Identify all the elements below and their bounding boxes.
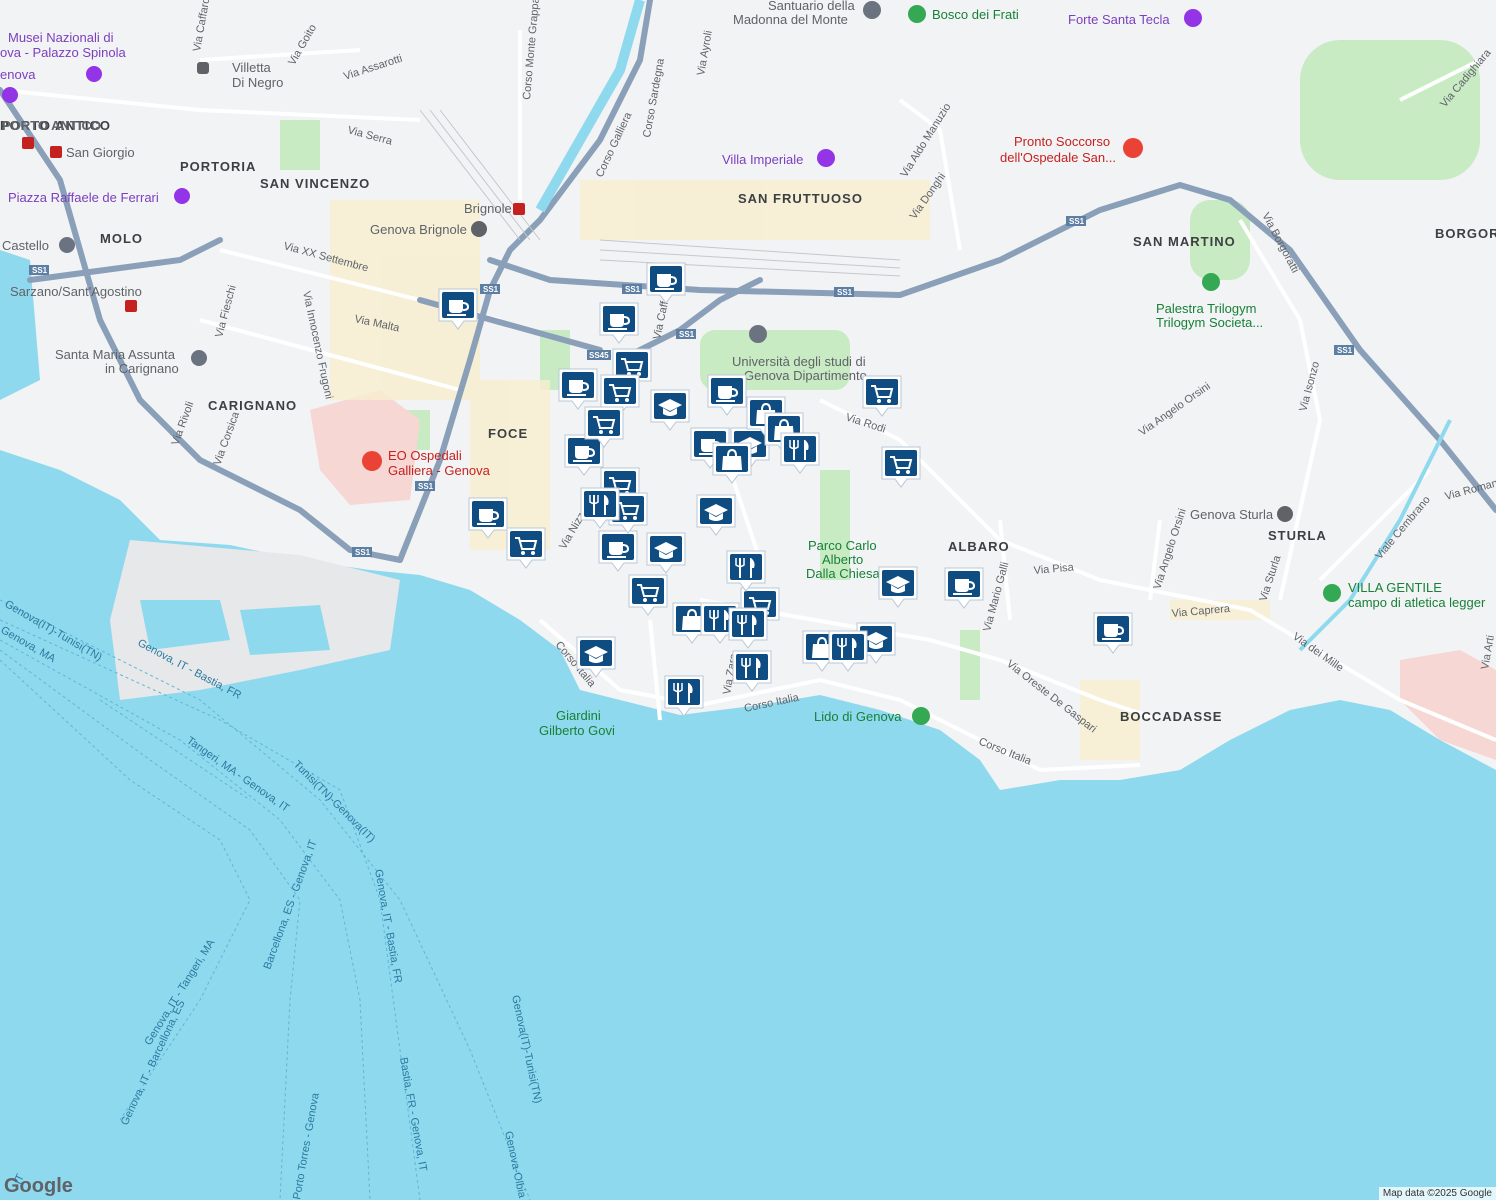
district-label: CARIGNANO	[208, 398, 297, 413]
poi-label: Trilogym Societa...	[1156, 315, 1263, 330]
shield-ss1: SS1	[352, 547, 372, 557]
shield-ss1: SS1	[1334, 345, 1354, 355]
park-icon	[912, 707, 930, 725]
poi-label: campo di atletica legger	[1348, 595, 1486, 610]
svg-text:SS1: SS1	[837, 288, 853, 297]
district-label: STURLA	[1268, 528, 1327, 543]
shield-ss1: SS1	[834, 287, 854, 297]
university-icon	[749, 325, 767, 343]
poi-label: Villa Imperiale	[722, 152, 803, 167]
poi-label: EO Ospedali	[388, 448, 462, 463]
shield-ss45: SS45	[587, 350, 611, 360]
poi-label: Dalla Chiesa	[806, 566, 880, 581]
svg-text:SS1: SS1	[1069, 217, 1085, 226]
poi-label: Università degli studi di	[732, 354, 866, 369]
poi-label: Gilberto Govi	[539, 723, 615, 738]
poi-label: PORTO ANTICO	[2, 118, 101, 133]
park-icon	[1323, 584, 1341, 602]
svg-text:SS1: SS1	[418, 482, 434, 491]
hospital-icon	[1123, 138, 1143, 158]
map-attribution[interactable]: Map data ©2025 Google	[1378, 1187, 1496, 1200]
poi-label: Pronto Soccorso	[1014, 134, 1110, 149]
svg-text:SS1: SS1	[625, 285, 641, 294]
poi-label: enova	[0, 67, 36, 82]
church-icon	[59, 237, 75, 253]
shield-ss1: SS1	[480, 284, 500, 294]
poi-label: dell'Ospedale San...	[1000, 150, 1116, 165]
hospital-icon	[362, 451, 382, 471]
poi-label: Forte Santa Tecla	[1068, 12, 1170, 27]
poi-label: Castello	[2, 238, 49, 253]
shield-ss1: SS1	[676, 329, 696, 339]
train-icon	[1277, 506, 1293, 522]
district-label: SAN FRUTTUOSO	[738, 191, 863, 206]
metro-icon	[513, 203, 525, 215]
poi-label: Parco Carlo	[808, 538, 877, 553]
district-label: ALBARO	[948, 539, 1010, 554]
poi-label: Piazza Raffaele de Ferrari	[8, 190, 159, 205]
train-icon	[471, 221, 487, 237]
shield-ss1: SS1	[622, 284, 642, 294]
metro-icon	[22, 137, 34, 149]
museum-icon	[1184, 9, 1202, 27]
poi-label: Di Negro	[232, 75, 283, 90]
poi-label: Madonna del Monte	[733, 12, 848, 27]
church-icon	[191, 350, 207, 366]
svg-text:SS1: SS1	[483, 285, 499, 294]
poi-label: Villetta	[232, 60, 272, 75]
svg-text:SS45: SS45	[589, 351, 609, 360]
svg-text:SS1: SS1	[32, 266, 48, 275]
poi-label: Genova Dipartimento	[744, 368, 867, 383]
district-label: PORTORIA	[180, 159, 256, 174]
shield-ss1: SS1	[1066, 216, 1086, 226]
district-label: MOLO	[100, 231, 143, 246]
poi-label: Alberto	[822, 552, 863, 567]
district-label: BORGORA	[1435, 226, 1496, 241]
museum-icon	[174, 188, 190, 204]
district-label: SAN VINCENZO	[260, 176, 370, 191]
poi-label: VILLA GENTILE	[1348, 580, 1442, 595]
svg-text:SS1: SS1	[679, 330, 695, 339]
svg-text:SS1: SS1	[1337, 346, 1353, 355]
district-label: BOCCADASSE	[1120, 709, 1222, 724]
map-canvas[interactable]: SS1 SS1 SS1 SS1 SS1 SS1 SS1 SS1 SS1 SS45…	[0, 0, 1496, 1200]
poi-label: Sarzano/Sant'Agostino	[10, 284, 142, 299]
district-label: SAN MARTINO	[1133, 234, 1236, 249]
metro-icon	[125, 300, 137, 312]
shield-ss1: SS1	[29, 265, 49, 275]
park-icon	[908, 5, 926, 23]
poi-label: Santa Maria Assunta	[55, 347, 176, 362]
poi-label: in Carignano	[105, 361, 179, 376]
poi-label: Musei Nazionali di	[8, 30, 114, 45]
shield-ss1: SS1	[415, 481, 435, 491]
svg-text:SS1: SS1	[355, 548, 371, 557]
poi-label: Giardini	[556, 708, 601, 723]
poi-label: ova - Palazzo Spinola	[0, 45, 127, 60]
google-logo: Google	[4, 1175, 73, 1197]
district-label: FOCE	[488, 426, 528, 441]
poi-label: Galliera - Genova	[388, 463, 491, 478]
park-icon	[197, 62, 209, 74]
poi-label: Bosco dei Frati	[932, 7, 1019, 22]
poi-label: Genova Brignole	[370, 222, 467, 237]
poi-label: Lido di Genova	[814, 709, 902, 724]
museum-icon	[2, 87, 18, 103]
poi-label: San Giorgio	[66, 145, 135, 160]
metro-icon	[50, 146, 62, 158]
church-icon	[863, 1, 881, 19]
poi-label: Brignole	[464, 201, 512, 216]
museum-icon	[86, 66, 102, 82]
poi-label: Genova Sturla	[1190, 507, 1274, 522]
gym-icon	[1202, 273, 1220, 291]
museum-icon	[817, 149, 835, 167]
poi-label: Palestra Trilogym	[1156, 301, 1256, 316]
